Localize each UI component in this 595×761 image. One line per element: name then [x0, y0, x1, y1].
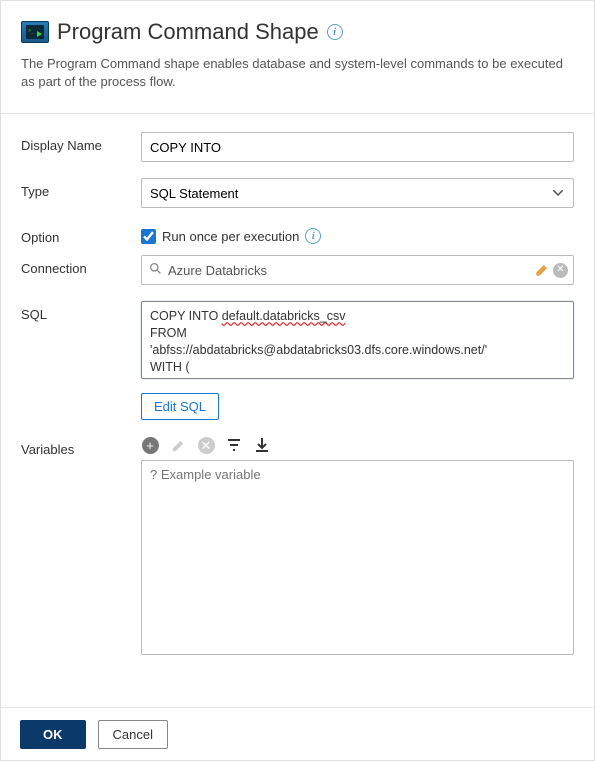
row-option: Option Run once per execution i	[21, 224, 574, 245]
svg-text:>_: >_	[28, 28, 35, 34]
title-row: >_ Program Command Shape i	[21, 19, 574, 45]
header: >_ Program Command Shape i The Program C…	[1, 1, 594, 105]
form: Display Name Type SQL Statement Option R…	[1, 114, 594, 684]
program-command-icon: >_	[21, 21, 49, 43]
run-once-checkbox[interactable]	[141, 229, 156, 244]
run-once-label: Run once per execution	[162, 229, 299, 244]
display-name-input[interactable]	[141, 132, 574, 162]
row-variables: Variables + ✕	[21, 436, 574, 658]
edit-variable-button	[169, 436, 187, 454]
variables-toolbar: + ✕	[141, 436, 574, 454]
filter-icon[interactable]	[225, 436, 243, 454]
row-type: Type SQL Statement	[21, 178, 574, 208]
page-title: Program Command Shape	[57, 19, 319, 45]
remove-variable-button[interactable]: ✕	[197, 436, 215, 454]
row-connection: Connection ✕	[21, 255, 574, 285]
clear-connection-icon[interactable]: ✕	[553, 263, 568, 278]
connection-input[interactable]	[141, 255, 574, 285]
sql-label: SQL	[21, 301, 141, 322]
ok-button[interactable]: OK	[20, 720, 86, 749]
add-variable-button[interactable]: +	[141, 436, 159, 454]
cancel-button[interactable]: Cancel	[98, 720, 168, 749]
sql-textarea[interactable]: COPY INTO default.databricks_csvFROM'abf…	[141, 301, 574, 379]
footer: OK Cancel	[0, 707, 595, 761]
page-description: The Program Command shape enables databa…	[21, 55, 574, 91]
import-icon[interactable]	[253, 436, 271, 454]
variables-label: Variables	[21, 436, 141, 457]
info-icon[interactable]: i	[327, 24, 343, 40]
type-select[interactable]: SQL Statement	[141, 178, 574, 208]
connection-label: Connection	[21, 255, 141, 276]
row-sql: SQL COPY INTO default.databricks_csvFROM…	[21, 301, 574, 420]
option-label: Option	[21, 224, 141, 245]
variables-textarea[interactable]	[141, 460, 574, 655]
edit-sql-button[interactable]: Edit SQL	[141, 393, 219, 420]
type-label: Type	[21, 178, 141, 199]
info-icon[interactable]: i	[305, 228, 321, 244]
edit-connection-icon[interactable]	[535, 263, 549, 277]
row-display-name: Display Name	[21, 132, 574, 162]
display-name-label: Display Name	[21, 132, 141, 153]
